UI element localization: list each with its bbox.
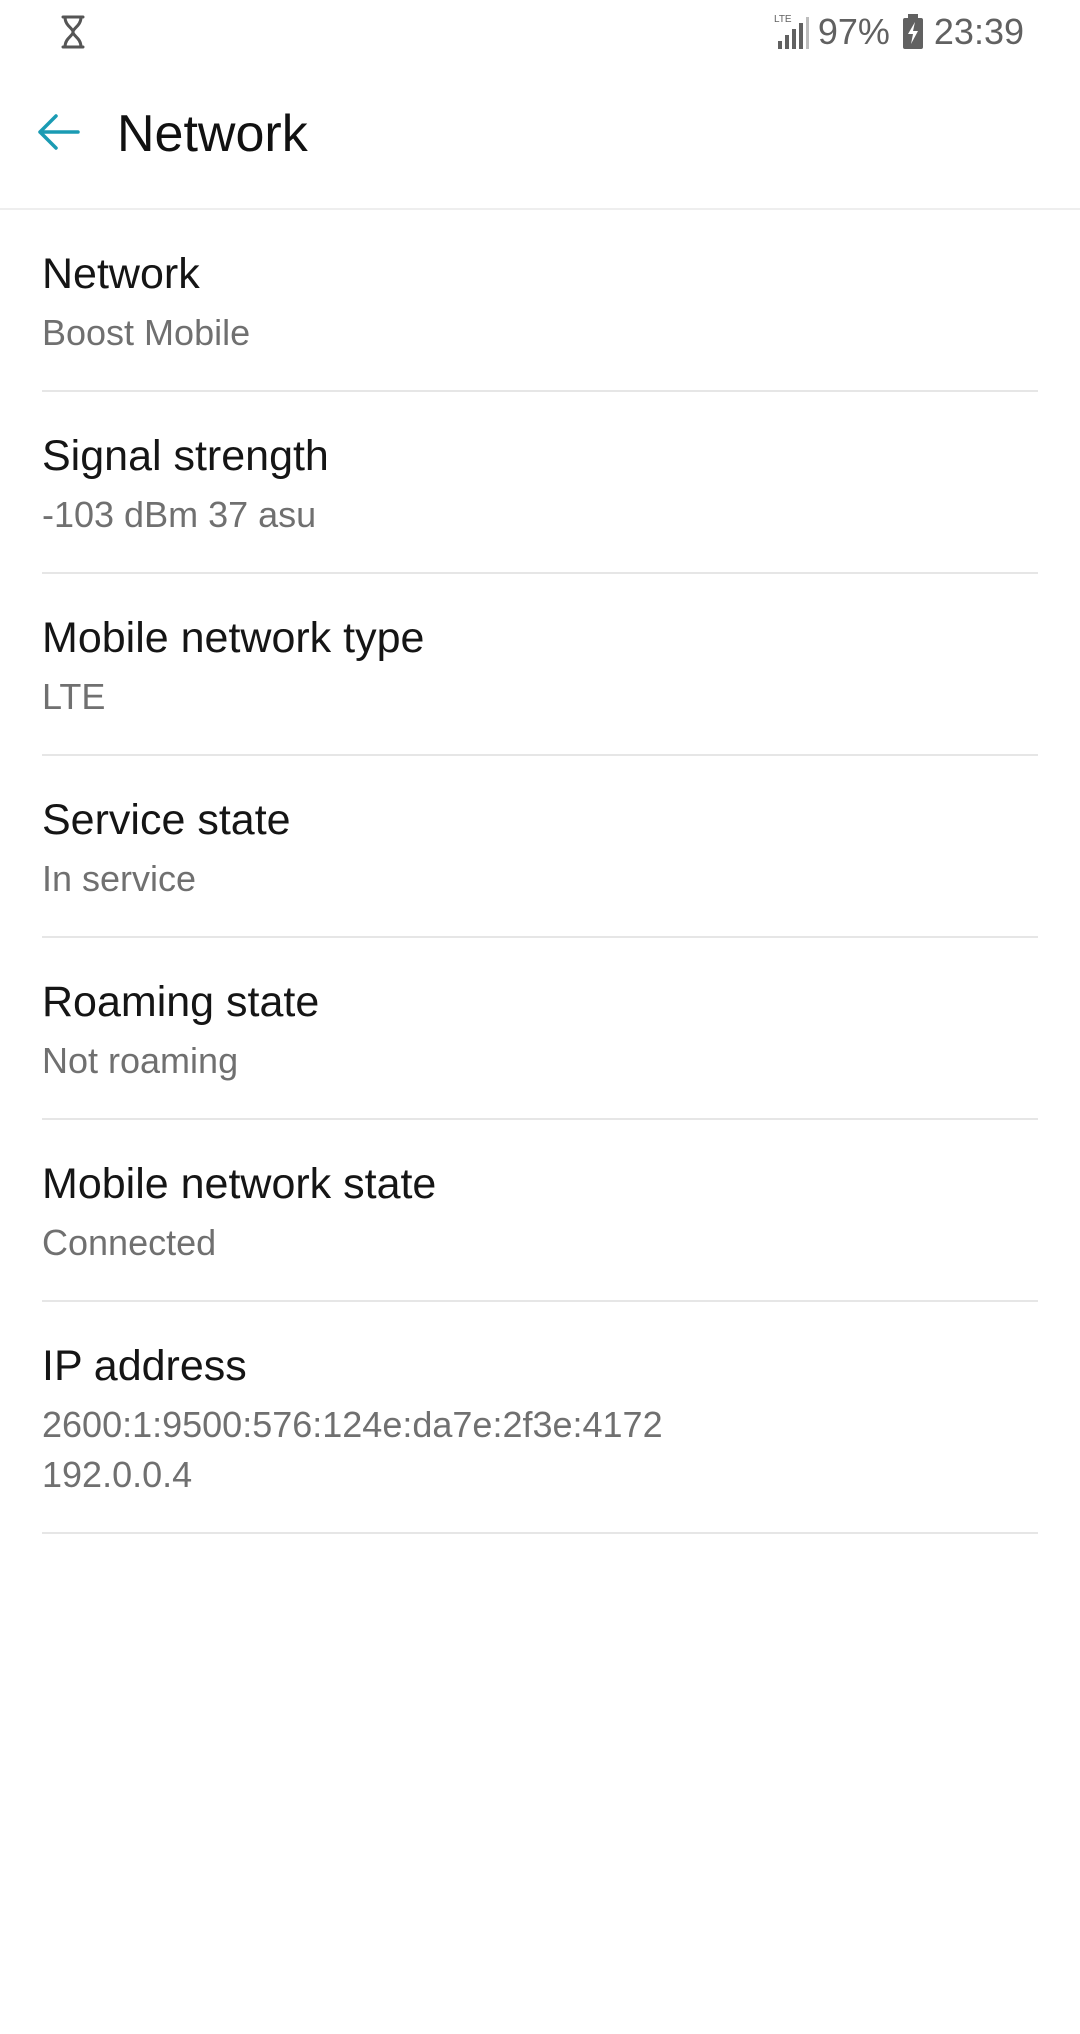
item-value: Boost Mobile	[42, 312, 251, 353]
network-info-list: Network Boost Mobile Signal strength -10…	[42, 210, 1038, 1534]
clock: 23:39	[933, 11, 1024, 52]
item-value: In service	[42, 858, 197, 899]
app-bar: Network	[0, 64, 1080, 210]
page-title: Network	[117, 105, 308, 163]
item-title: Signal strength	[42, 432, 329, 480]
ipv4-address: 192.0.0.4	[42, 1454, 193, 1495]
item-value: LTE	[42, 676, 106, 717]
status-indicators: LTE 97% 23:39	[774, 10, 1024, 54]
item-title: Mobile network type	[42, 614, 425, 662]
list-item-signal-strength[interactable]: Signal strength -103 dBm 37 asu	[42, 392, 1038, 574]
item-title: Roaming state	[42, 978, 320, 1026]
item-title: IP address	[42, 1342, 247, 1390]
item-title: Network	[42, 250, 200, 298]
item-value: Not roaming	[42, 1040, 239, 1081]
item-value: 2600:1:9500:576:124e:da7e:2f3e:4172 192.…	[42, 1400, 1038, 1500]
network-type-badge: LTE	[774, 14, 792, 25]
hourglass-icon	[58, 14, 88, 50]
list-item-mobile-network-state[interactable]: Mobile network state Connected	[42, 1120, 1038, 1302]
back-button[interactable]	[30, 104, 86, 160]
item-title: Mobile network state	[42, 1160, 437, 1208]
item-value: Connected	[42, 1222, 217, 1263]
list-item-mobile-network-type[interactable]: Mobile network type LTE	[42, 574, 1038, 756]
ipv6-address: 2600:1:9500:576:124e:da7e:2f3e:4172	[42, 1404, 663, 1445]
list-item-network[interactable]: Network Boost Mobile	[42, 210, 1038, 392]
item-value: -103 dBm 37 asu	[42, 494, 317, 535]
signal-icon: LTE	[774, 14, 809, 49]
list-item-ip-address[interactable]: IP address 2600:1:9500:576:124e:da7e:2f3…	[42, 1302, 1038, 1534]
item-title: Service state	[42, 796, 291, 844]
list-item-roaming-state[interactable]: Roaming state Not roaming	[42, 938, 1038, 1120]
list-item-service-state[interactable]: Service state In service	[42, 756, 1038, 938]
battery-percent: 97%	[817, 11, 890, 52]
status-bar: LTE 97% 23:39	[0, 0, 1080, 64]
arrow-back-icon	[38, 114, 80, 150]
battery-charging-icon	[902, 14, 923, 49]
